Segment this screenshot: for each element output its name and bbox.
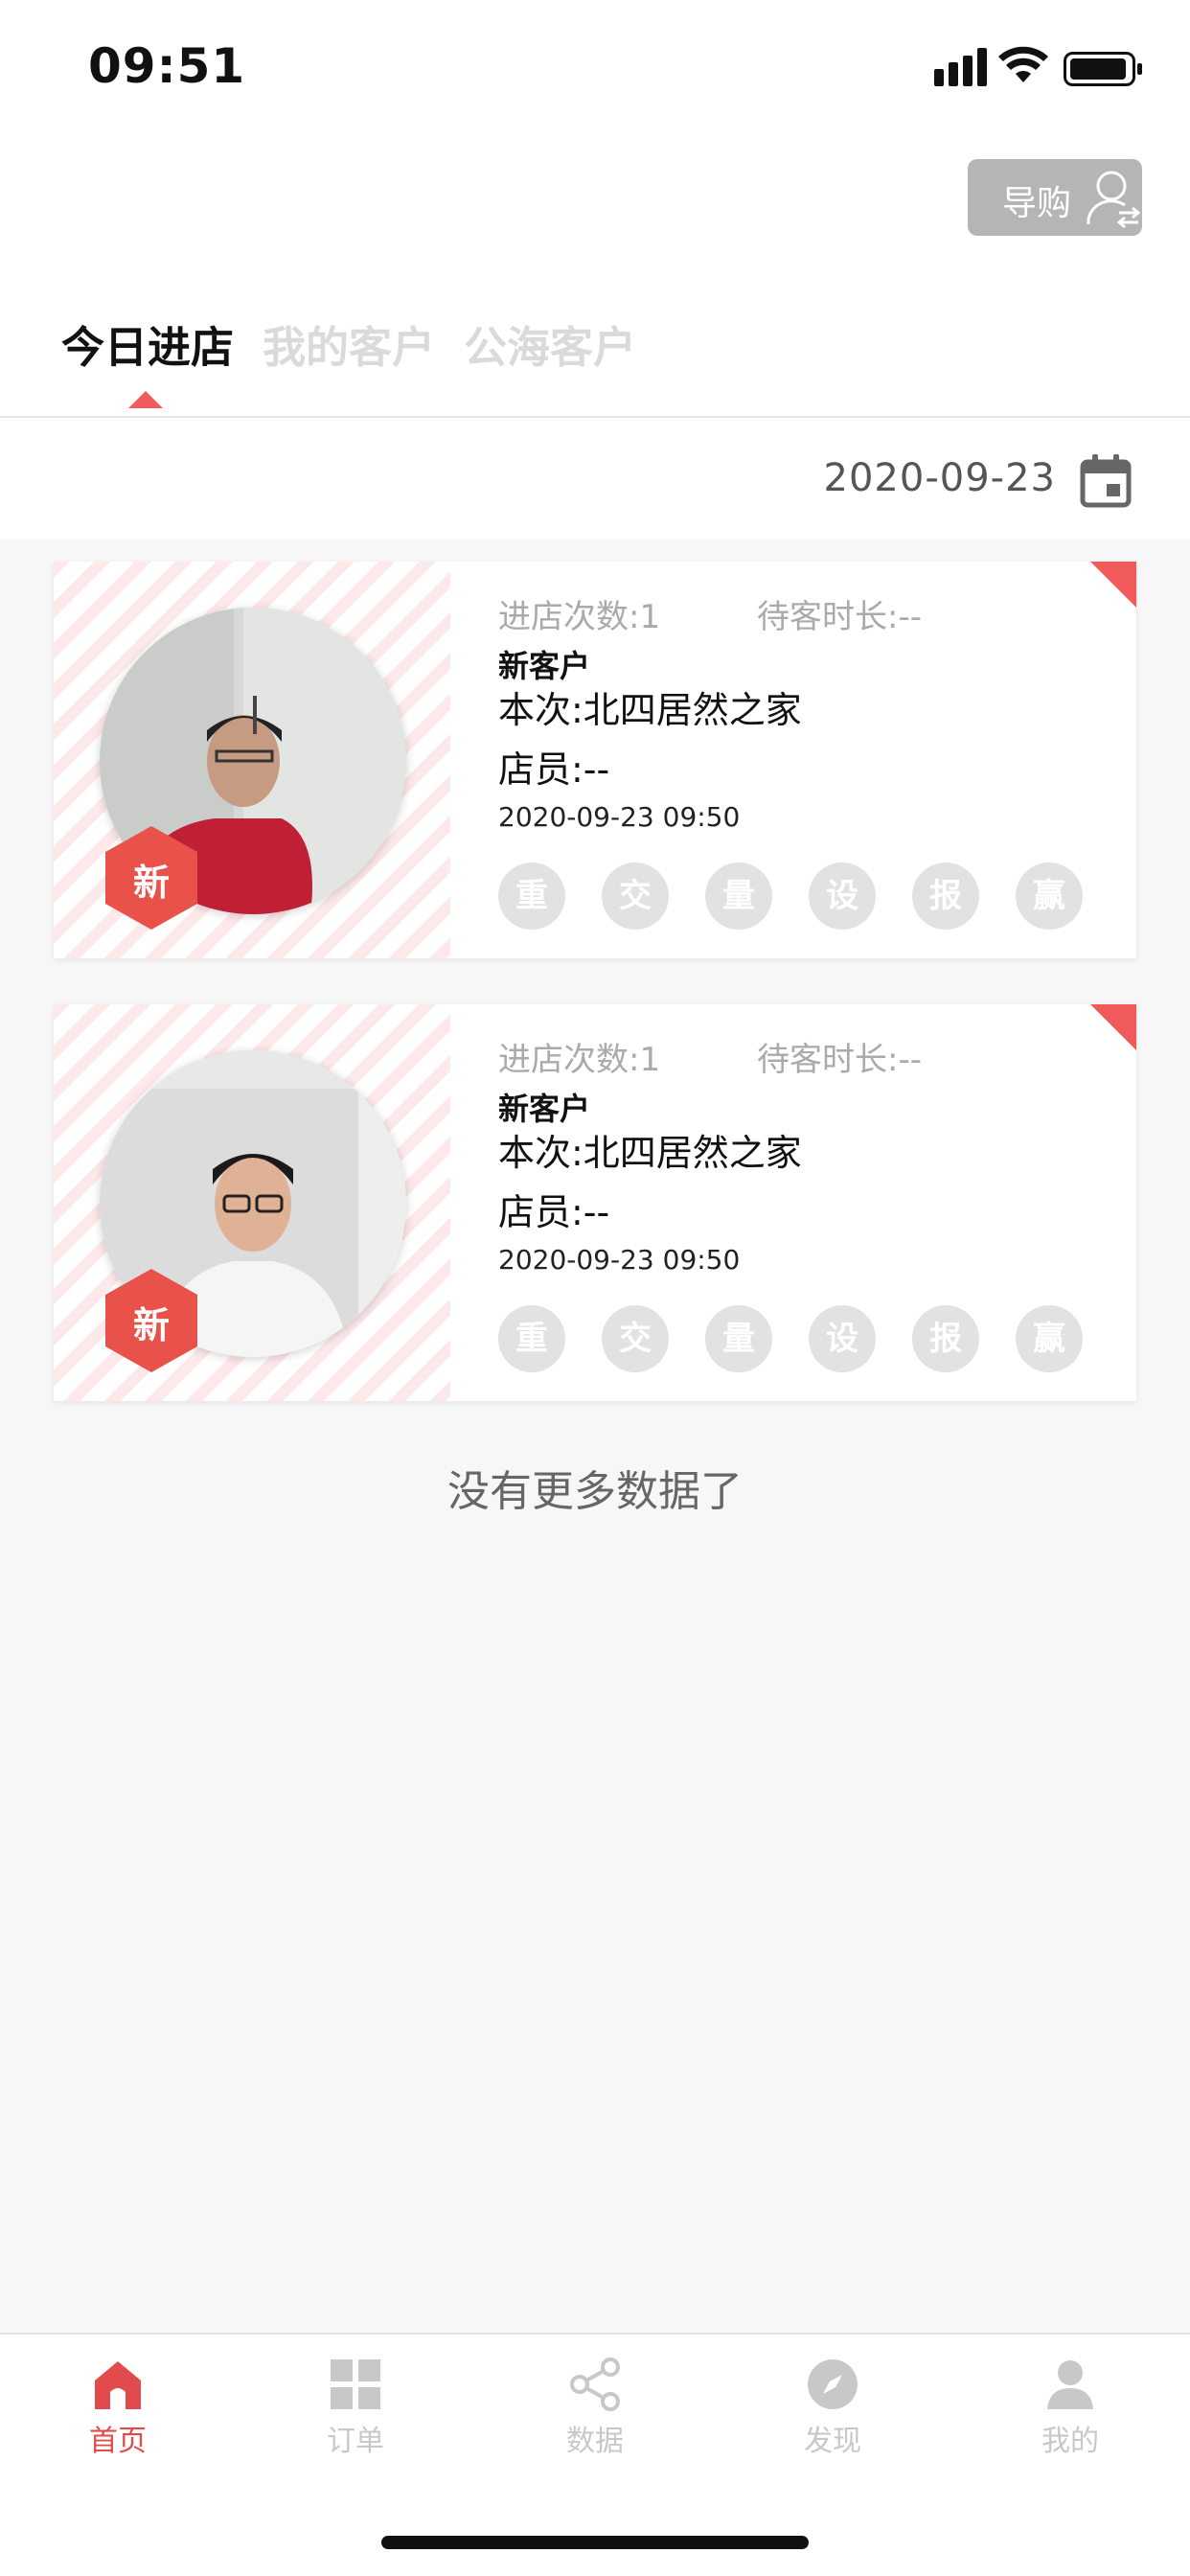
wifi-icon [998,46,1048,82]
action-design-button[interactable]: 设 [809,862,876,930]
action-measure-button[interactable]: 量 [705,862,772,930]
tabbar-item-discover[interactable]: 发现 [756,2358,909,2472]
store-name: 本次:北四居然之家 [498,1132,802,1174]
visit-datetime: 2020-09-23 09:50 [498,801,741,833]
staff-name: 店员:-- [498,748,610,791]
visit-datetime: 2020-09-23 09:50 [498,1244,741,1276]
guide-button-label: 导购 [1002,184,1072,223]
compass-icon [808,2359,858,2409]
customer-info: 进店次数:1 待客时长:-- 新客户 本次:北四居然之家 店员:-- 2020-… [498,562,1111,958]
signal-icon [934,48,987,86]
action-quote-button[interactable]: 报 [912,1305,979,1372]
action-icons: 重 交 量 设 报 赢 [498,862,1111,932]
action-repeat-button[interactable]: 重 [498,862,565,930]
customer-card[interactable]: 新 进店次数:1 待客时长:-- 新客户 本次:北四居然之家 店员:-- 202… [54,1004,1136,1401]
customer-photo-area: 新 [54,562,450,958]
tab-today-visits[interactable]: 今日进店 [61,312,234,375]
battery-icon [1064,52,1142,86]
tab-my-customers[interactable]: 我的客户 [263,312,435,375]
action-repeat-button[interactable]: 重 [498,1305,565,1372]
customer-card[interactable]: 新 进店次数:1 待客时长:-- 新客户 本次:北四居然之家 店员:-- 202… [54,562,1136,958]
home-icon [95,2361,141,2409]
staff-name: 店员:-- [498,1191,610,1233]
tabbar-item-home[interactable]: 首页 [41,2358,195,2472]
tabbar-label: 订单 [327,2425,384,2458]
wait-duration: 待客时长:-- [757,598,922,636]
calendar-icon[interactable] [1080,454,1132,508]
selected-date[interactable]: 2020-09-23 [824,456,1056,500]
action-quote-button[interactable]: 报 [912,862,979,930]
customer-photo-area: 新 [54,1004,450,1401]
user-switch-icon [1087,171,1140,229]
tabbar-label: 首页 [89,2425,147,2458]
status-time: 09:51 [88,38,246,94]
tabbar-label: 数据 [566,2425,624,2458]
action-deal-button[interactable]: 交 [602,862,669,930]
new-badge-text: 新 [132,862,170,904]
tabbar-item-mine[interactable]: 我的 [994,2358,1147,2472]
action-icons: 重 交 量 设 报 赢 [498,1305,1111,1374]
tabbar-item-data[interactable]: 数据 [518,2358,672,2472]
wait-duration: 待客时长:-- [757,1041,922,1079]
active-tab-indicator [128,391,163,408]
share-icon [570,2358,620,2411]
tab-public-customers[interactable]: 公海客户 [464,312,636,375]
customer-info: 进店次数:1 待客时长:-- 新客户 本次:北四居然之家 店员:-- 2020-… [498,1004,1111,1401]
action-measure-button[interactable]: 量 [705,1305,772,1372]
tabbar-item-orders[interactable]: 订单 [279,2358,432,2472]
tabbar-label: 我的 [1041,2425,1099,2458]
action-win-button[interactable]: 赢 [1016,1305,1083,1372]
home-indicator [381,2536,809,2549]
store-name: 本次:北四居然之家 [498,689,802,731]
date-bar: 2020-09-23 [0,418,1190,539]
grid-icon [331,2359,380,2409]
action-win-button[interactable]: 赢 [1016,862,1083,930]
action-deal-button[interactable]: 交 [602,1305,669,1372]
status-bar: 09:51 [0,0,1190,144]
visit-count: 进店次数:1 [498,1041,661,1079]
person-icon [1047,2360,1093,2409]
visit-count: 进店次数:1 [498,598,661,636]
action-design-button[interactable]: 设 [809,1305,876,1372]
new-badge-text: 新 [132,1304,170,1346]
customer-tabs: 今日进店 我的客户 公海客户 [0,297,1190,418]
no-more-data-text: 没有更多数据了 [447,1467,743,1516]
tabbar-label: 发现 [804,2425,861,2458]
guide-switch-button[interactable]: 导购 [968,159,1142,236]
